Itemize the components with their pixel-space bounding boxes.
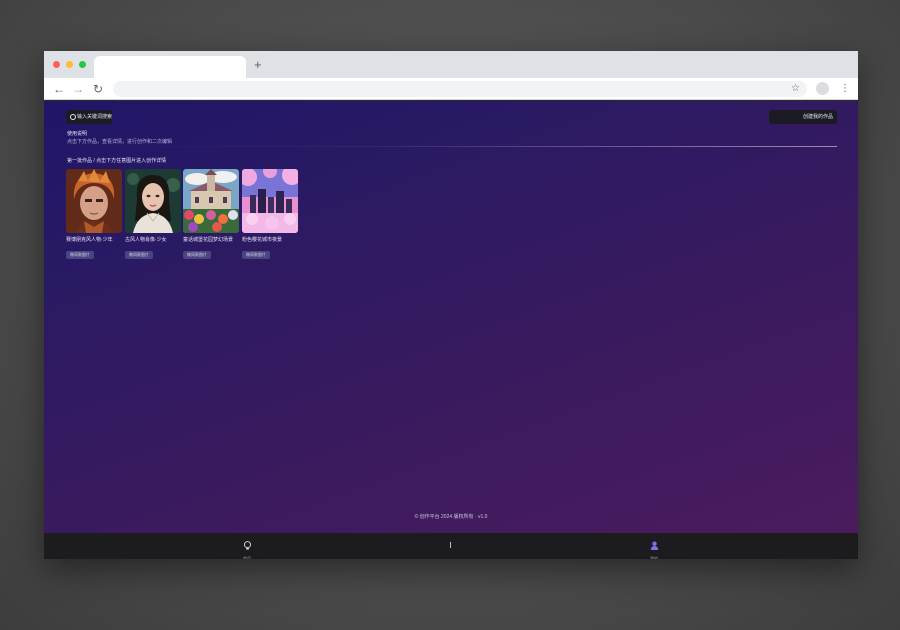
search-button[interactable]: 输入关键词搜索 [66,110,112,124]
section-label: 第一批作品 / 点击下方任意图片进入创作详情 [67,158,167,164]
forward-arrow-icon[interactable]: → [72,81,84,97]
address-bar[interactable] [113,81,807,97]
divider [66,146,837,147]
reload-icon[interactable]: ↻ [93,81,103,97]
nav-me-label: 我的 [650,556,658,559]
nav-separator [450,542,451,548]
nav-me[interactable]: 我的 [639,537,669,559]
artwork-thumbnail[interactable] [125,169,181,233]
create-button[interactable]: 创建我的作品 [769,110,837,124]
gallery-card[interactable]: 童话城堡花园梦幻场景 做同款图片 [183,169,239,261]
artwork-thumbnail[interactable] [66,169,122,233]
make-same-button[interactable]: 做同款图片 [66,251,94,259]
card-caption: 粉色樱花城市夜景 [242,237,283,243]
user-icon [650,541,658,550]
browser-menu-icon[interactable]: ⋮ [840,81,850,97]
page-viewport: 输入关键词搜索 创建我的作品 使用说明 点击下方作品，查看详情，进行创作和二次编… [44,101,858,533]
search-icon [70,113,76,120]
lightbulb-icon [243,541,251,550]
minimize-window-button[interactable] [66,61,73,68]
maximize-window-button[interactable] [79,61,86,68]
intro-description: 点击下方作品，查看详情，进行创作和二次编辑 [67,139,173,145]
active-tab[interactable] [94,56,246,78]
profile-avatar[interactable] [816,82,829,95]
card-caption: 童话城堡花园梦幻场景 [183,237,234,243]
artwork-thumbnail[interactable] [242,169,298,233]
nav-home[interactable]: 首页 [232,537,262,559]
make-same-button[interactable]: 做同款图片 [242,251,270,259]
back-arrow-icon[interactable]: ← [53,81,65,97]
close-window-button[interactable] [53,61,60,68]
card-caption: 赛博朋克风人物·少年 [66,237,113,243]
card-caption: 古风人物肖像·少女 [125,237,167,243]
gallery-card[interactable]: 粉色樱花城市夜景 做同款图片 [242,169,298,261]
search-button-label: 输入关键词搜索 [77,114,113,120]
footer-text: © 创作平台 2024 版权所有 · v1.0 [414,514,488,520]
browser-window: + ← → ↻ ☆ ⋮ 输入关键词搜索 创建我的作品 使用说明 点击下方作品，查… [44,51,858,559]
bottom-navigation: 首页 我的 [44,533,858,559]
new-tab-button[interactable]: + [254,58,262,72]
artwork-thumbnail[interactable] [183,169,239,233]
make-same-button[interactable]: 做同款图片 [183,251,211,259]
tab-bar: + [44,51,858,78]
gallery-card[interactable]: 赛博朋克风人物·少年 做同款图片 [66,169,122,261]
browser-toolbar: ← → ↻ ☆ ⋮ [44,78,858,100]
make-same-button[interactable]: 做同款图片 [125,251,153,259]
intro-title: 使用说明 [67,131,88,137]
nav-home-label: 首页 [243,556,251,559]
bookmark-star-icon[interactable]: ☆ [791,81,800,97]
gallery-card[interactable]: 古风人物肖像·少女 做同款图片 [125,169,181,261]
